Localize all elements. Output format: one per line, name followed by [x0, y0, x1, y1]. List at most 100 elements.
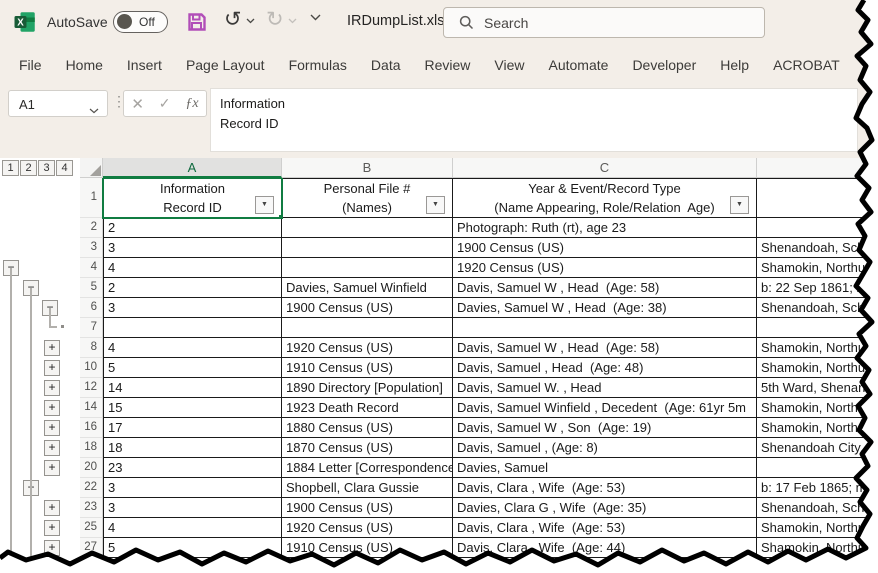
- ribbon-tab-data[interactable]: Data: [359, 45, 413, 85]
- outline-expand-button-row12[interactable]: +: [44, 380, 60, 396]
- outline-expand-button-row27[interactable]: +: [44, 540, 60, 556]
- cell-a8[interactable]: 4: [103, 338, 282, 358]
- cell-d20[interactable]: [757, 458, 878, 478]
- row-header-1[interactable]: 1: [80, 178, 103, 218]
- outline-expand-button-row18[interactable]: +: [44, 440, 60, 456]
- cell-a25[interactable]: 4: [103, 518, 282, 538]
- cell-d7[interactable]: [757, 318, 878, 338]
- cell-d10[interactable]: Shamokin, Northu: [757, 358, 878, 378]
- undo-chevron-icon[interactable]: [246, 18, 255, 24]
- row-header-12[interactable]: 12: [80, 378, 103, 398]
- cell-c27[interactable]: Davis, Clara , Wife (Age: 44): [453, 538, 757, 558]
- cell-a22[interactable]: 3: [103, 478, 282, 498]
- cell-a4[interactable]: 4: [103, 258, 282, 278]
- column-header-a[interactable]: A: [103, 158, 282, 178]
- outline-expand-button-row16[interactable]: +: [44, 420, 60, 436]
- outline-expand-button-row25[interactable]: +: [44, 520, 60, 536]
- cell-c23[interactable]: Davies, Clara G , Wife (Age: 35): [453, 498, 757, 518]
- outline-level-button-4[interactable]: 4: [56, 160, 73, 176]
- cell-a18[interactable]: 18: [103, 438, 282, 458]
- cell-a2[interactable]: 2: [103, 218, 282, 238]
- row-header-10[interactable]: 10: [80, 358, 103, 378]
- cell-b7[interactable]: [282, 318, 453, 338]
- cell-c20[interactable]: Davies, Samuel: [453, 458, 757, 478]
- row-header-5[interactable]: 5: [80, 278, 103, 298]
- autosave-toggle[interactable]: Off: [113, 11, 168, 33]
- cell-d25[interactable]: Shamokin, Northu: [757, 518, 878, 538]
- row-header-16[interactable]: 16: [80, 418, 103, 438]
- header-cell-c[interactable]: Year & Event/Record Type(Name Appearing,…: [453, 178, 757, 218]
- cell-c10[interactable]: Davis, Samuel , Head (Age: 48): [453, 358, 757, 378]
- outline-expand-button-row23[interactable]: +: [44, 500, 60, 516]
- ribbon-tab-acrobat[interactable]: ACROBAT: [761, 45, 852, 85]
- ribbon-tab-developer[interactable]: Developer: [620, 45, 708, 85]
- ribbon-tab-automate[interactable]: Automate: [537, 45, 621, 85]
- cell-b6[interactable]: 1900 Census (US): [282, 298, 453, 318]
- outline-expand-button-row10[interactable]: +: [44, 360, 60, 376]
- outline-level-button-2[interactable]: 2: [20, 160, 37, 176]
- ribbon-tab-page-layout[interactable]: Page Layout: [174, 45, 277, 85]
- enter-icon[interactable]: ✓: [159, 95, 171, 112]
- cell-b27[interactable]: 1910 Census (US): [282, 538, 453, 558]
- cell-d6[interactable]: Shenandoah, Schu: [757, 298, 878, 318]
- ribbon-tab-insert[interactable]: Insert: [115, 45, 174, 85]
- cell-d22[interactable]: b: 17 Feb 1865; m:: [757, 478, 878, 498]
- cell-d27[interactable]: Shamokin, Northu: [757, 538, 878, 558]
- search-box[interactable]: Search: [443, 7, 765, 38]
- cell-b4[interactable]: [282, 258, 453, 278]
- cell-b8[interactable]: 1920 Census (US): [282, 338, 453, 358]
- row-header-8[interactable]: 8: [80, 338, 103, 358]
- cell-d3[interactable]: Shenandoah, Schu: [757, 238, 878, 258]
- ribbon-tab-formulas[interactable]: Formulas: [277, 45, 359, 85]
- filter-icon[interactable]: ▼: [255, 196, 274, 214]
- cell-d2[interactable]: [757, 218, 878, 238]
- cell-d8[interactable]: Shamokin, Northu: [757, 338, 878, 358]
- cell-c8[interactable]: Davis, Samuel W , Head (Age: 58): [453, 338, 757, 358]
- cell-a5[interactable]: 2: [103, 278, 282, 298]
- row-header-25[interactable]: 25: [80, 518, 103, 538]
- cell-a12[interactable]: 14: [103, 378, 282, 398]
- cell-b18[interactable]: 1870 Census (US): [282, 438, 453, 458]
- cell-c4[interactable]: 1920 Census (US): [453, 258, 757, 278]
- name-box-chevron-icon[interactable]: [89, 102, 99, 117]
- ribbon-tab-view[interactable]: View: [482, 45, 536, 85]
- cell-b5[interactable]: Davies, Samuel Winfield: [282, 278, 453, 298]
- cell-b14[interactable]: 1923 Death Record: [282, 398, 453, 418]
- cell-d12[interactable]: 5th Ward, Shenan: [757, 378, 878, 398]
- cell-d4[interactable]: Shamokin, Northu: [757, 258, 878, 278]
- cell-b16[interactable]: 1880 Census (US): [282, 418, 453, 438]
- fill-handle[interactable]: [278, 214, 282, 218]
- workbook-title[interactable]: IRDumpList.xlsx: [347, 13, 452, 29]
- cell-c6[interactable]: Davies, Samuel W , Head (Age: 38): [453, 298, 757, 318]
- cell-a10[interactable]: 5: [103, 358, 282, 378]
- cell-b20[interactable]: 1884 Letter [Correspondence]: [282, 458, 453, 478]
- cell-c22[interactable]: Davis, Clara , Wife (Age: 53): [453, 478, 757, 498]
- cell-a27[interactable]: 5: [103, 538, 282, 558]
- header-cell-d[interactable]: [757, 178, 878, 218]
- outline-expand-button-row14[interactable]: +: [44, 400, 60, 416]
- row-header-3[interactable]: 3: [80, 238, 103, 258]
- column-header-d[interactable]: [757, 158, 878, 178]
- save-icon[interactable]: [186, 10, 208, 34]
- outline-level-button-1[interactable]: 1: [2, 160, 19, 176]
- quick-access-options-icon[interactable]: [309, 14, 321, 21]
- name-box[interactable]: A1: [8, 90, 108, 117]
- cell-c18[interactable]: Davis, Samuel , (Age: 8): [453, 438, 757, 458]
- header-cell-a[interactable]: InformationRecord ID▼: [103, 178, 282, 218]
- formula-input[interactable]: Information Record ID: [210, 88, 858, 152]
- cell-a6[interactable]: 3: [103, 298, 282, 318]
- cell-b12[interactable]: 1890 Directory [Population]: [282, 378, 453, 398]
- cell-c5[interactable]: Davis, Samuel W , Head (Age: 58): [453, 278, 757, 298]
- filter-icon[interactable]: ▼: [426, 196, 445, 214]
- ribbon-tab-file[interactable]: File: [7, 45, 54, 85]
- cell-d16[interactable]: Shamokin, Northu: [757, 418, 878, 438]
- column-header-c[interactable]: C: [453, 158, 757, 178]
- cell-a7[interactable]: [103, 318, 282, 338]
- row-header-18[interactable]: 18: [80, 438, 103, 458]
- row-header-14[interactable]: 14: [80, 398, 103, 418]
- ribbon-tab-help[interactable]: Help: [708, 45, 761, 85]
- cell-a20[interactable]: 23: [103, 458, 282, 478]
- row-header-23[interactable]: 23: [80, 498, 103, 518]
- cell-b25[interactable]: 1920 Census (US): [282, 518, 453, 538]
- cell-c14[interactable]: Davis, Samuel Winfield , Decedent (Age: …: [453, 398, 757, 418]
